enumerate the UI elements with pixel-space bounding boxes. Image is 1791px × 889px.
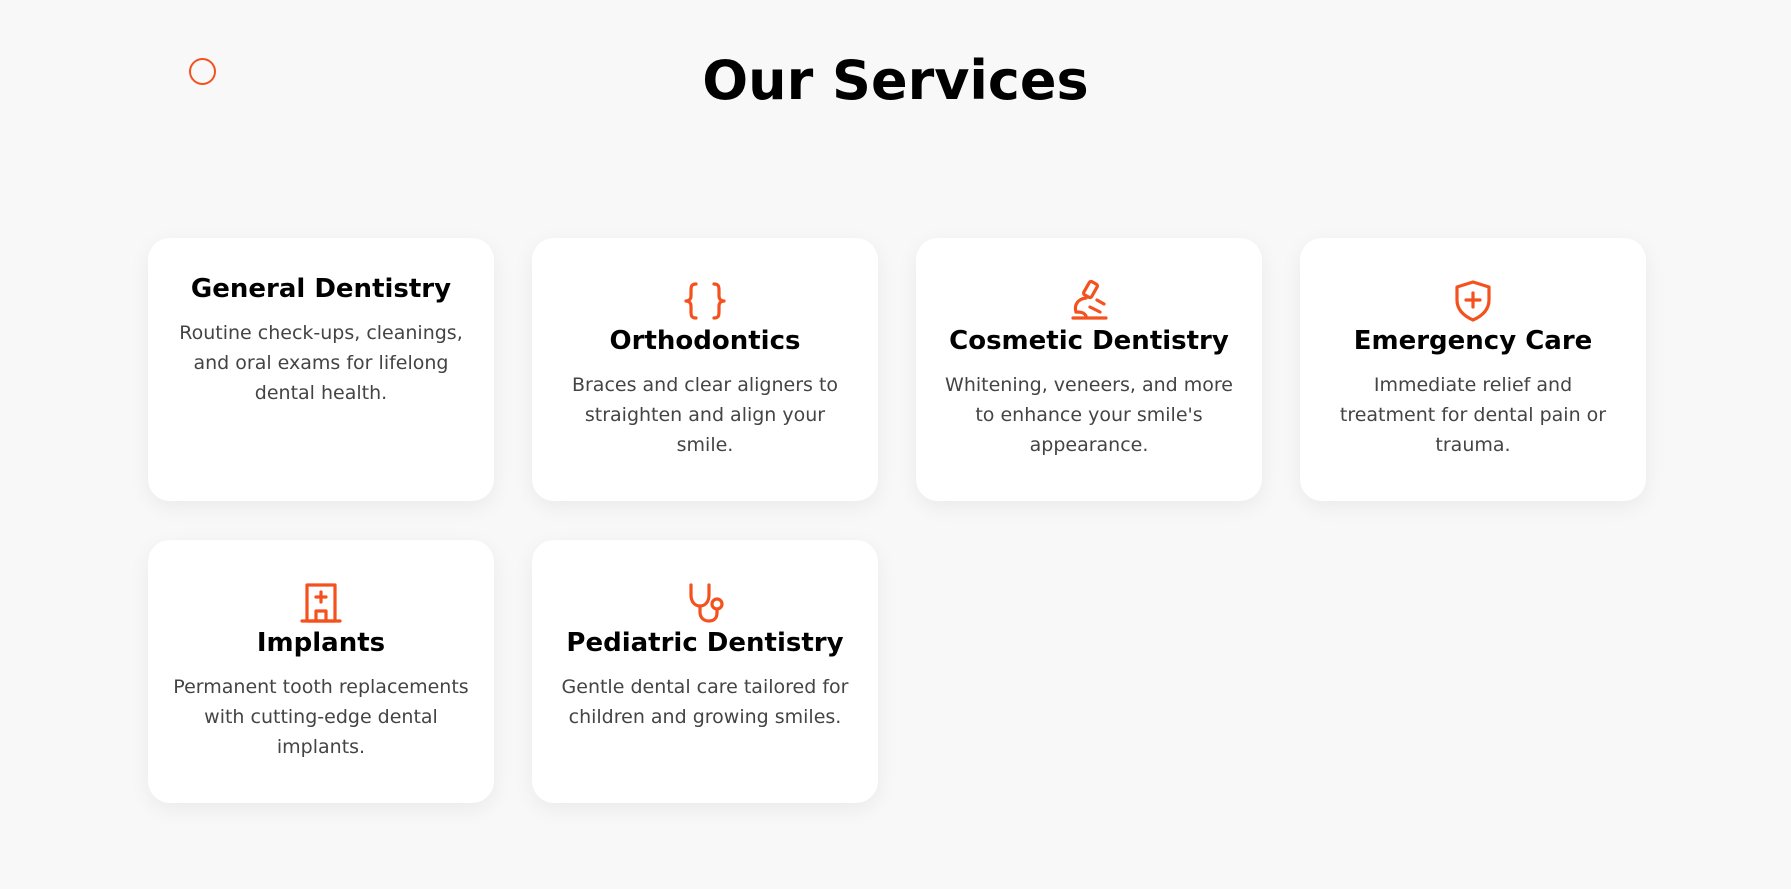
- service-title: General Dentistry: [190, 274, 452, 304]
- microscope-icon: [1066, 278, 1112, 324]
- hospital-icon: [298, 580, 344, 626]
- service-card-general-dentistry[interactable]: General Dentistry Routine check-ups, cle…: [148, 238, 494, 501]
- service-title: Pediatric Dentistry: [566, 628, 844, 658]
- service-description: Braces and clear aligners to straighten …: [571, 374, 839, 456]
- service-card-pediatric-dentistry[interactable]: Pediatric Dentistry Gentle dental care t…: [532, 540, 878, 803]
- service-title: Cosmetic Dentistry: [949, 326, 1229, 356]
- service-description: Routine check-ups, cleanings, and oral e…: [179, 322, 463, 404]
- service-title: Orthodontics: [609, 326, 801, 356]
- page-title: Our Services: [702, 49, 1089, 112]
- service-description: Whitening, veneers, and more to enhance …: [945, 374, 1233, 456]
- stethoscope-icon: [682, 580, 728, 626]
- service-card-cosmetic-dentistry[interactable]: Cosmetic Dentistry Whitening, veneers, a…: [916, 238, 1262, 501]
- shield-plus-icon: [1450, 278, 1496, 324]
- service-title: Implants: [256, 628, 386, 658]
- curly-braces-icon: [682, 278, 728, 324]
- service-card-orthodontics[interactable]: Orthodontics Braces and clear aligners t…: [532, 238, 878, 501]
- service-description: Permanent tooth replacements with cuttin…: [173, 676, 469, 758]
- service-description: Gentle dental care tailored for children…: [561, 676, 849, 728]
- service-title: Emergency Care: [1353, 326, 1593, 356]
- service-card-emergency-care[interactable]: Emergency Care Immediate relief and trea…: [1300, 238, 1646, 501]
- service-card-implants[interactable]: Implants Permanent tooth replacements wi…: [148, 540, 494, 803]
- services-grid: General Dentistry Routine check-ups, cle…: [148, 238, 1648, 803]
- service-description: Immediate relief and treatment for denta…: [1339, 374, 1607, 456]
